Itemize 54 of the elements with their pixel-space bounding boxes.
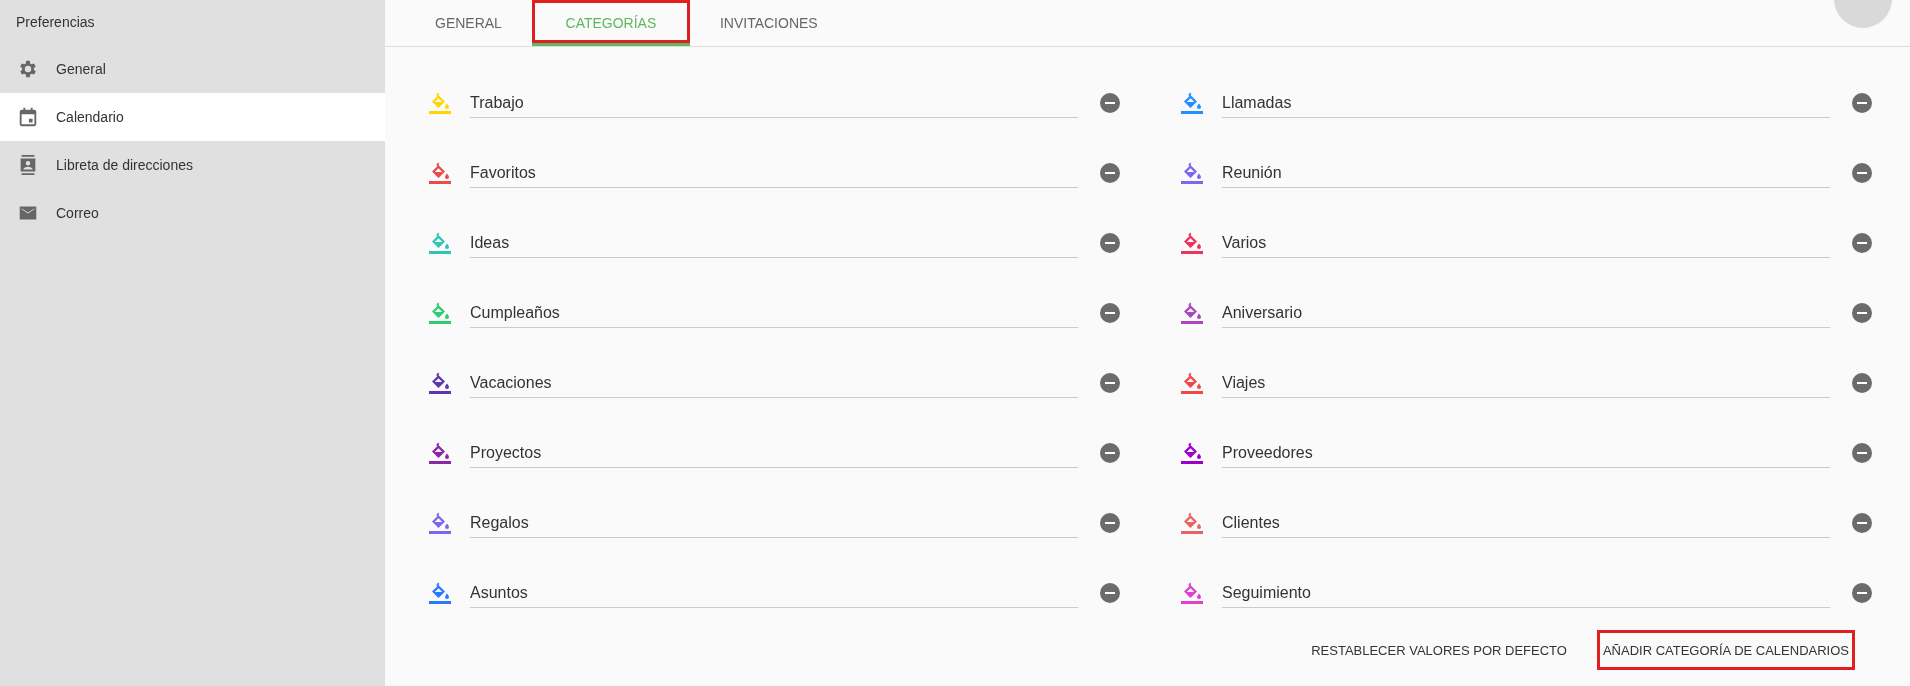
category-name-field[interactable]: Aniversario bbox=[1222, 298, 1830, 328]
paint-bucket-icon[interactable] bbox=[428, 581, 452, 605]
remove-icon[interactable] bbox=[1852, 513, 1872, 533]
tab[interactable]: GENERAL bbox=[415, 0, 524, 46]
paint-bucket-icon[interactable] bbox=[1180, 161, 1204, 185]
category-name-field[interactable]: Cumpleaños bbox=[470, 298, 1078, 328]
remove-icon[interactable] bbox=[1100, 443, 1120, 463]
sidebar-item[interactable]: Correo bbox=[0, 189, 385, 237]
remove-icon[interactable] bbox=[1100, 93, 1120, 113]
category-name-field[interactable]: Varios bbox=[1222, 228, 1830, 258]
paint-bucket-icon[interactable] bbox=[1180, 581, 1204, 605]
sidebar-item[interactable]: Libreta de direcciones bbox=[0, 141, 385, 189]
paint-bucket-icon[interactable] bbox=[428, 161, 452, 185]
remove-icon[interactable] bbox=[1852, 163, 1872, 183]
category-name-field[interactable]: Favoritos bbox=[470, 158, 1078, 188]
remove-icon[interactable] bbox=[1100, 513, 1120, 533]
remove-icon[interactable] bbox=[1852, 373, 1872, 393]
remove-icon[interactable] bbox=[1100, 303, 1120, 323]
sidebar-item[interactable]: Calendario bbox=[0, 93, 385, 141]
category-name-field[interactable]: Reunión bbox=[1222, 158, 1830, 188]
sidebar-title: Preferencias bbox=[15, 13, 96, 32]
category-name-field[interactable]: Asuntos bbox=[470, 578, 1078, 608]
category-name-field[interactable]: Llamadas bbox=[1222, 88, 1830, 118]
text-button[interactable]: AÑADIR CATEGORÍA DE CALENDARIOS bbox=[1596, 630, 1855, 670]
category-name-field[interactable]: Proveedores bbox=[1222, 438, 1830, 468]
paint-bucket-icon[interactable] bbox=[428, 441, 452, 465]
paint-bucket-icon[interactable] bbox=[1180, 441, 1204, 465]
category-name-field[interactable]: Proyectos bbox=[470, 438, 1078, 468]
remove-icon[interactable] bbox=[1100, 163, 1120, 183]
paint-bucket-icon[interactable] bbox=[1180, 371, 1204, 395]
gear-icon bbox=[17, 58, 39, 80]
remove-icon[interactable] bbox=[1852, 233, 1872, 253]
paint-bucket-icon[interactable] bbox=[1180, 231, 1204, 255]
paint-bucket-icon[interactable] bbox=[1180, 301, 1204, 325]
remove-icon[interactable] bbox=[1852, 93, 1872, 113]
remove-icon[interactable] bbox=[1100, 583, 1120, 603]
remove-icon[interactable] bbox=[1100, 373, 1120, 393]
category-name-field[interactable]: Viajes bbox=[1222, 368, 1830, 398]
category-name-field[interactable]: Ideas bbox=[470, 228, 1078, 258]
category-name-field[interactable]: Regalos bbox=[470, 508, 1078, 538]
sidebar-item[interactable]: General bbox=[0, 45, 385, 93]
category-name-field[interactable]: Clientes bbox=[1222, 508, 1830, 538]
calendar-icon bbox=[17, 106, 39, 128]
tab[interactable]: INVITACIONES bbox=[697, 0, 840, 46]
remove-icon[interactable] bbox=[1852, 303, 1872, 323]
paint-bucket-icon[interactable] bbox=[428, 511, 452, 535]
category-name-field[interactable]: Vacaciones bbox=[470, 368, 1078, 398]
remove-icon[interactable] bbox=[1852, 583, 1872, 603]
paint-bucket-icon[interactable] bbox=[428, 371, 452, 395]
category-name-field[interactable]: Seguimiento bbox=[1222, 578, 1830, 608]
remove-icon[interactable] bbox=[1852, 443, 1872, 463]
category-name-field[interactable]: Trabajo bbox=[470, 88, 1078, 118]
text-button[interactable]: RESTABLECER VALORES POR DEFECTO bbox=[1305, 630, 1573, 670]
remove-icon[interactable] bbox=[1100, 233, 1120, 253]
